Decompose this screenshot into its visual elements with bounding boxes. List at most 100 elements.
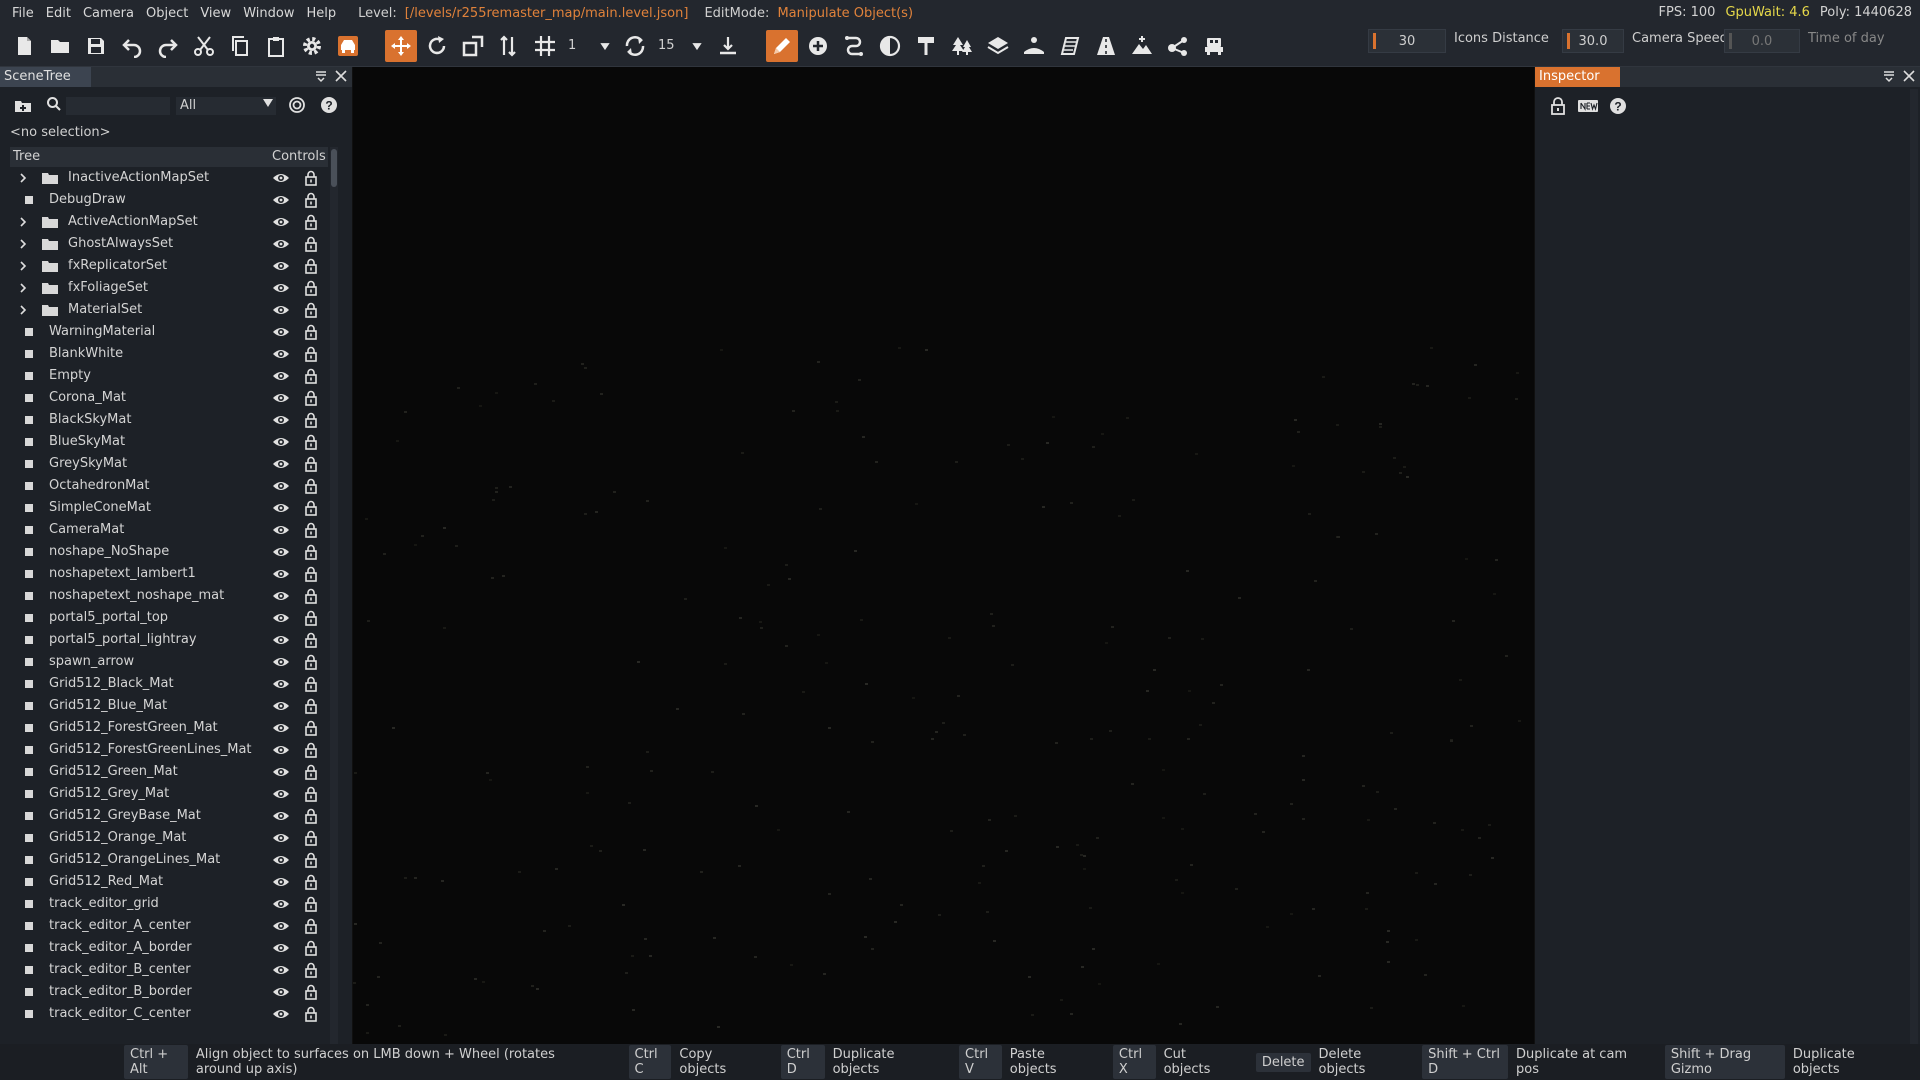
save-button[interactable] xyxy=(80,30,112,62)
visibility-eye-icon[interactable] xyxy=(272,743,290,757)
lock-icon[interactable] xyxy=(304,412,318,428)
visibility-eye-icon[interactable] xyxy=(272,413,290,427)
lock-icon[interactable] xyxy=(304,456,318,472)
close-icon[interactable] xyxy=(1902,69,1916,83)
scale-tool-button[interactable] xyxy=(457,30,489,62)
tree-row[interactable]: WarningMaterial xyxy=(10,321,328,343)
visibility-eye-icon[interactable] xyxy=(272,809,290,823)
visibility-eye-icon[interactable] xyxy=(272,567,290,581)
lock-icon[interactable] xyxy=(304,324,318,340)
lock-icon[interactable] xyxy=(304,654,318,670)
visibility-eye-icon[interactable] xyxy=(272,369,290,383)
drop-to-ground-button[interactable] xyxy=(712,30,744,62)
lock-icon[interactable] xyxy=(1549,97,1567,115)
tree-row[interactable]: BlankWhite xyxy=(10,343,328,365)
visibility-eye-icon[interactable] xyxy=(272,875,290,889)
lock-icon[interactable] xyxy=(304,918,318,934)
tree-row[interactable]: BlueSkyMat xyxy=(10,431,328,453)
lock-icon[interactable] xyxy=(304,368,318,384)
tree-row[interactable]: Grid512_Black_Mat xyxy=(10,673,328,695)
paste-button[interactable] xyxy=(260,30,292,62)
new-file-button[interactable] xyxy=(8,30,40,62)
visibility-eye-icon[interactable] xyxy=(272,457,290,471)
tree-row[interactable]: BlackSkyMat xyxy=(10,409,328,431)
lock-icon[interactable] xyxy=(304,984,318,1000)
visibility-eye-icon[interactable] xyxy=(272,237,290,251)
river-tool-button[interactable] xyxy=(1054,30,1086,62)
visibility-eye-icon[interactable] xyxy=(272,897,290,911)
lock-icon[interactable] xyxy=(304,808,318,824)
copy-button[interactable] xyxy=(224,30,256,62)
visibility-eye-icon[interactable] xyxy=(272,919,290,933)
tree-row[interactable]: Grid512_OrangeLines_Mat xyxy=(10,849,328,871)
grid-snap-dropdown[interactable] xyxy=(596,30,614,62)
lock-icon[interactable] xyxy=(304,962,318,978)
tree-row[interactable]: Grid512_Blue_Mat xyxy=(10,695,328,717)
tree-row[interactable]: Grid512_Orange_Mat xyxy=(10,827,328,849)
tree-row[interactable]: CameraMat xyxy=(10,519,328,541)
translate-tool-button[interactable] xyxy=(385,30,417,62)
open-folder-button[interactable] xyxy=(44,30,76,62)
tree-scrollbar[interactable] xyxy=(330,147,338,1044)
scene-search-input[interactable] xyxy=(66,97,170,115)
menu-help[interactable]: Help xyxy=(300,6,342,21)
scrollbar-thumb[interactable] xyxy=(331,149,337,187)
visibility-eye-icon[interactable] xyxy=(272,611,290,625)
expand-arrow-icon[interactable] xyxy=(18,167,30,189)
expand-arrow-icon[interactable] xyxy=(18,233,30,255)
expand-arrow-icon[interactable] xyxy=(18,211,30,233)
visibility-eye-icon[interactable] xyxy=(272,171,290,185)
tree-row[interactable]: track_editor_B_center xyxy=(10,959,328,981)
terrain-sculpt-button[interactable] xyxy=(1126,30,1158,62)
lock-icon[interactable] xyxy=(304,588,318,604)
tree-row[interactable]: ActiveActionMapSet xyxy=(10,211,328,233)
tree-row[interactable]: portal5_portal_top xyxy=(10,607,328,629)
tree-row[interactable]: SimpleConeMat xyxy=(10,497,328,519)
settings-button[interactable] xyxy=(296,30,328,62)
slider-handle[interactable] xyxy=(1567,33,1570,49)
expand-arrow-icon[interactable] xyxy=(18,299,30,321)
lock-icon[interactable] xyxy=(304,302,318,318)
visibility-eye-icon[interactable] xyxy=(272,589,290,603)
visibility-eye-icon[interactable] xyxy=(272,545,290,559)
tree-row[interactable]: portal5_portal_lightray xyxy=(10,629,328,651)
lock-icon[interactable] xyxy=(304,610,318,626)
tree-row[interactable]: MaterialSet xyxy=(10,299,328,321)
forest-tool-button[interactable] xyxy=(946,30,978,62)
axis-align-button[interactable] xyxy=(493,30,525,62)
panel-menu-icon[interactable] xyxy=(1882,69,1896,83)
visibility-eye-icon[interactable] xyxy=(272,259,290,273)
visibility-eye-icon[interactable] xyxy=(272,193,290,207)
time-of-day-slider[interactable]: 0.0 xyxy=(1724,29,1800,53)
visibility-eye-icon[interactable] xyxy=(272,435,290,449)
tree-row[interactable]: track_editor_B_border xyxy=(10,981,328,1003)
new-badge-icon[interactable] xyxy=(1577,97,1599,115)
tree-row[interactable]: Grid512_ForestGreen_Mat xyxy=(10,717,328,739)
visibility-eye-icon[interactable] xyxy=(272,831,290,845)
tree-row[interactable]: Corona_Mat xyxy=(10,387,328,409)
tree-row[interactable]: noshape_NoShape xyxy=(10,541,328,563)
rotate-tool-button[interactable] xyxy=(421,30,453,62)
tree-row[interactable]: track_editor_grid xyxy=(10,893,328,915)
visibility-eye-icon[interactable] xyxy=(272,985,290,999)
lock-icon[interactable] xyxy=(304,478,318,494)
rotate-snap-button[interactable] xyxy=(619,30,651,62)
tree-row[interactable]: track_editor_C_center xyxy=(10,1003,328,1025)
tree-row[interactable]: track_editor_A_center xyxy=(10,915,328,937)
visibility-eye-icon[interactable] xyxy=(272,325,290,339)
panel-menu-icon[interactable] xyxy=(314,69,328,83)
lock-icon[interactable] xyxy=(304,676,318,692)
visibility-eye-icon[interactable] xyxy=(272,853,290,867)
vehicle-button[interactable] xyxy=(332,30,364,62)
tree-row[interactable]: GreySkyMat xyxy=(10,453,328,475)
cut-button[interactable] xyxy=(188,30,220,62)
lock-icon[interactable] xyxy=(304,940,318,956)
menu-object[interactable]: Object xyxy=(140,6,194,21)
visibility-eye-icon[interactable] xyxy=(272,963,290,977)
lock-icon[interactable] xyxy=(304,236,318,252)
road-tool-button[interactable] xyxy=(1090,30,1122,62)
lock-icon[interactable] xyxy=(304,214,318,230)
menu-edit[interactable]: Edit xyxy=(40,6,77,21)
lock-icon[interactable] xyxy=(304,852,318,868)
slider-handle[interactable] xyxy=(1373,33,1376,49)
